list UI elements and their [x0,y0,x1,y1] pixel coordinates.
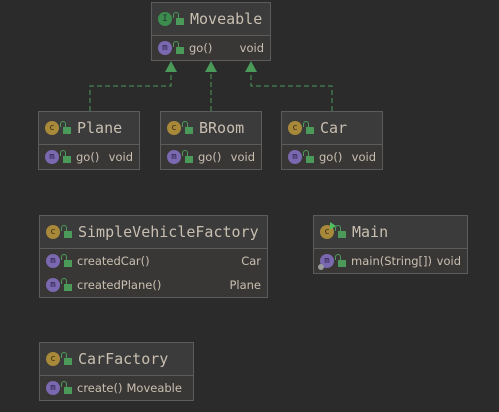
method-icon: m [288,150,302,164]
node-main[interactable]: c Main m main(String[]) void [313,215,468,274]
public-lock-icon [61,277,72,291]
member-name: create() [77,381,123,395]
member-type: void [230,150,255,164]
method-icon: m [167,150,181,164]
interface-icon: I [158,12,172,26]
method-icon: m [45,150,59,164]
runnable-class-icon: c [320,222,336,239]
node-simple-vehicle-factory[interactable]: c SimpleVehicleFactory m createdCar() Car m… [39,215,268,298]
node-plane[interactable]: c Plane m go() void [38,111,140,170]
node-moveable[interactable]: I Moveable m go() void [151,2,271,61]
node-title: SimpleVehicleFactory [78,223,259,241]
public-lock-icon [61,380,72,394]
class-icon: c [45,121,59,135]
static-method-icon: m [318,254,334,270]
method-icon: m [158,41,172,55]
member-type: Moveable [126,381,182,395]
arrowhead-car [245,61,257,72]
member-row[interactable]: m go() void [39,145,139,169]
arrowhead-broom [205,61,217,72]
member-name: go() [76,150,100,164]
edge-plane-moveable [89,72,172,111]
public-lock-icon [61,351,72,365]
arrowhead-plane [165,61,177,72]
member-name: createdPlane() [77,278,162,292]
public-lock-icon [61,253,72,267]
edge-car-moveable [250,72,333,111]
member-row[interactable]: m go() void [152,36,270,60]
member-row[interactable]: m go() void [161,145,261,169]
member-type: void [436,254,461,268]
node-car[interactable]: c Car m go() void [281,111,383,170]
node-title: BRoom [199,119,245,137]
method-icon: m [46,278,60,292]
member-type: void [351,150,376,164]
member-name: go() [189,41,213,55]
node-broom[interactable]: c BRoom m go() void [160,111,262,170]
public-lock-icon [335,253,346,267]
node-title: Car [320,119,348,137]
class-icon: c [46,225,60,239]
node-title: Plane [77,119,123,137]
class-icon: c [46,352,60,366]
member-type: void [239,41,264,55]
public-lock-icon [173,40,184,54]
class-icon: c [288,121,302,135]
member-row[interactable]: m createdCar() Car [40,249,267,273]
member-name: go() [319,150,343,164]
member-row[interactable]: m create() Moveable [40,376,193,400]
method-icon-letter: m [324,256,330,266]
class-icon-letter: c [324,227,330,237]
node-title: CarFactory [78,350,169,368]
member-row[interactable]: m go() void [282,145,382,169]
member-name: main(String[]) [351,254,432,268]
class-icon: c [167,121,181,135]
public-lock-icon [61,224,72,238]
member-name: createdCar() [77,254,150,268]
public-lock-icon [303,120,314,134]
member-row[interactable]: m createdPlane() Plane [40,273,267,297]
member-type: Plane [229,278,261,292]
node-title: Moveable [190,10,263,28]
node-title: Main [352,223,389,241]
public-lock-icon [335,224,346,238]
method-icon: m [46,381,60,395]
static-marker-icon [318,264,324,270]
public-lock-icon [60,149,71,163]
public-lock-icon [173,11,184,25]
member-name: go() [198,150,222,164]
member-type: void [108,150,133,164]
node-car-factory[interactable]: c CarFactory m create() Moveable [39,342,194,401]
member-row[interactable]: m main(String[]) void [314,249,467,273]
member-type: Car [241,254,261,268]
method-icon: m [46,254,60,268]
public-lock-icon [182,149,193,163]
public-lock-icon [303,149,314,163]
public-lock-icon [60,120,71,134]
public-lock-icon [182,120,193,134]
